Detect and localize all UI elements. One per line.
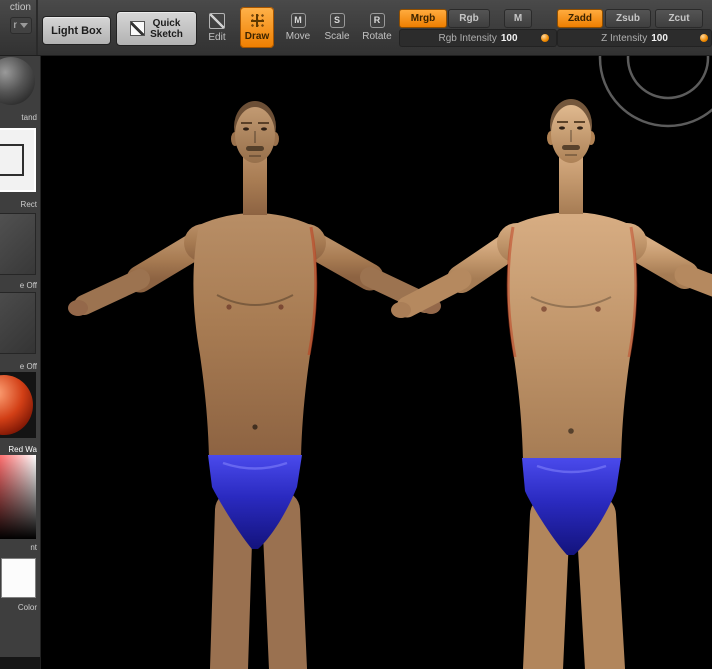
rgb-button[interactable]: Rgb xyxy=(448,9,490,28)
zsub-label: Zsub xyxy=(616,13,640,24)
left-tool-sidebar: tand Rect e Off e Off Red Wa nt Color xyxy=(0,55,41,669)
rgb-label: Rgb xyxy=(459,13,479,24)
draw-crosshair-icon xyxy=(249,13,265,28)
rotate-gyro-icon: R xyxy=(369,13,385,28)
red-wax-sphere-icon xyxy=(0,375,33,435)
stroke-label: Rect xyxy=(20,200,37,209)
partial-dropdown[interactable]: r xyxy=(9,17,32,34)
partial-left-menu[interactable]: ction r xyxy=(0,0,34,55)
scale-label: Scale xyxy=(324,31,350,42)
alpha-thumbnail[interactable] xyxy=(0,213,36,275)
zadd-button[interactable]: Zadd xyxy=(557,9,603,28)
canvas-render xyxy=(68,55,712,669)
rgb-intensity-slider[interactable]: Rgb Intensity 100 xyxy=(399,29,557,47)
move-label: Move xyxy=(285,31,311,42)
zadd-label: Zadd xyxy=(568,13,592,24)
rgb-intensity-value: 100 xyxy=(500,32,518,44)
material-thumbnail[interactable] xyxy=(0,372,36,438)
scale-button[interactable]: S Scale xyxy=(320,7,354,48)
edit-button[interactable]: Edit xyxy=(200,7,234,48)
zsub-button[interactable]: Zsub xyxy=(605,9,651,28)
z-intensity-slider[interactable]: Z Intensity 100 xyxy=(557,29,712,47)
quick-sketch-label: Quick Sketch xyxy=(150,17,183,40)
mrgb-button[interactable]: Mrgb xyxy=(399,9,447,28)
partial-menu-label: ction xyxy=(9,2,31,13)
draw-button[interactable]: Draw xyxy=(240,7,274,48)
toolbar-separator xyxy=(36,0,38,55)
move-button[interactable]: M Move xyxy=(281,7,315,48)
material-label: Red Wa xyxy=(8,445,37,454)
texture-label: e Off xyxy=(19,362,37,371)
color-picker-thumbnail[interactable] xyxy=(0,455,36,539)
move-gyro-icon: M xyxy=(290,13,306,28)
current-color-swatch[interactable] xyxy=(1,558,36,598)
zcut-button[interactable]: Zcut xyxy=(655,9,703,28)
m-label: M xyxy=(513,13,523,24)
picker-label: nt xyxy=(30,543,37,552)
nav-rings xyxy=(598,55,712,128)
rotate-label: Rotate xyxy=(362,31,392,42)
top-toolbar: ction r Light Box Quick Sketch Edit Draw… xyxy=(0,0,712,56)
document-canvas[interactable] xyxy=(40,55,712,669)
zcut-label: Zcut xyxy=(668,13,690,24)
color-label: Color xyxy=(17,603,37,612)
rgb-intensity-knob[interactable] xyxy=(541,34,549,42)
z-intensity-value: 100 xyxy=(651,32,668,44)
texture-thumbnail[interactable] xyxy=(0,292,36,354)
model-figure-right[interactable] xyxy=(391,99,712,669)
drag-rect-icon xyxy=(0,144,24,176)
partial-dropdown-label: r xyxy=(13,20,17,31)
rgb-intensity-label: Rgb Intensity xyxy=(438,32,497,44)
alpha-label: e Off xyxy=(19,281,37,290)
chevron-down-icon xyxy=(20,23,28,28)
z-intensity-label: Z Intensity xyxy=(601,32,648,44)
brush-label: tand xyxy=(21,113,37,122)
sketch-pencil-icon xyxy=(130,21,146,36)
light-box-button[interactable]: Light Box xyxy=(42,16,111,45)
z-intensity-knob[interactable] xyxy=(700,34,708,42)
light-box-label: Light Box xyxy=(51,24,102,37)
m-button[interactable]: M xyxy=(504,9,532,28)
scale-gyro-icon: S xyxy=(329,13,345,28)
sidebar-bottom-strip xyxy=(0,657,40,669)
mrgb-label: Mrgb xyxy=(410,13,436,24)
edit-pencil-icon xyxy=(209,12,225,29)
draw-label: Draw xyxy=(244,31,270,42)
model-figure-left[interactable] xyxy=(68,101,441,669)
stroke-thumbnail[interactable] xyxy=(0,128,36,192)
zbrush-app: { "toolbar": { "partial_top": "ction", "… xyxy=(0,0,712,669)
quick-sketch-button[interactable]: Quick Sketch xyxy=(116,11,197,46)
rotate-button[interactable]: R Rotate xyxy=(358,7,396,48)
brush-thumbnail[interactable] xyxy=(0,57,35,105)
edit-label: Edit xyxy=(208,31,226,43)
